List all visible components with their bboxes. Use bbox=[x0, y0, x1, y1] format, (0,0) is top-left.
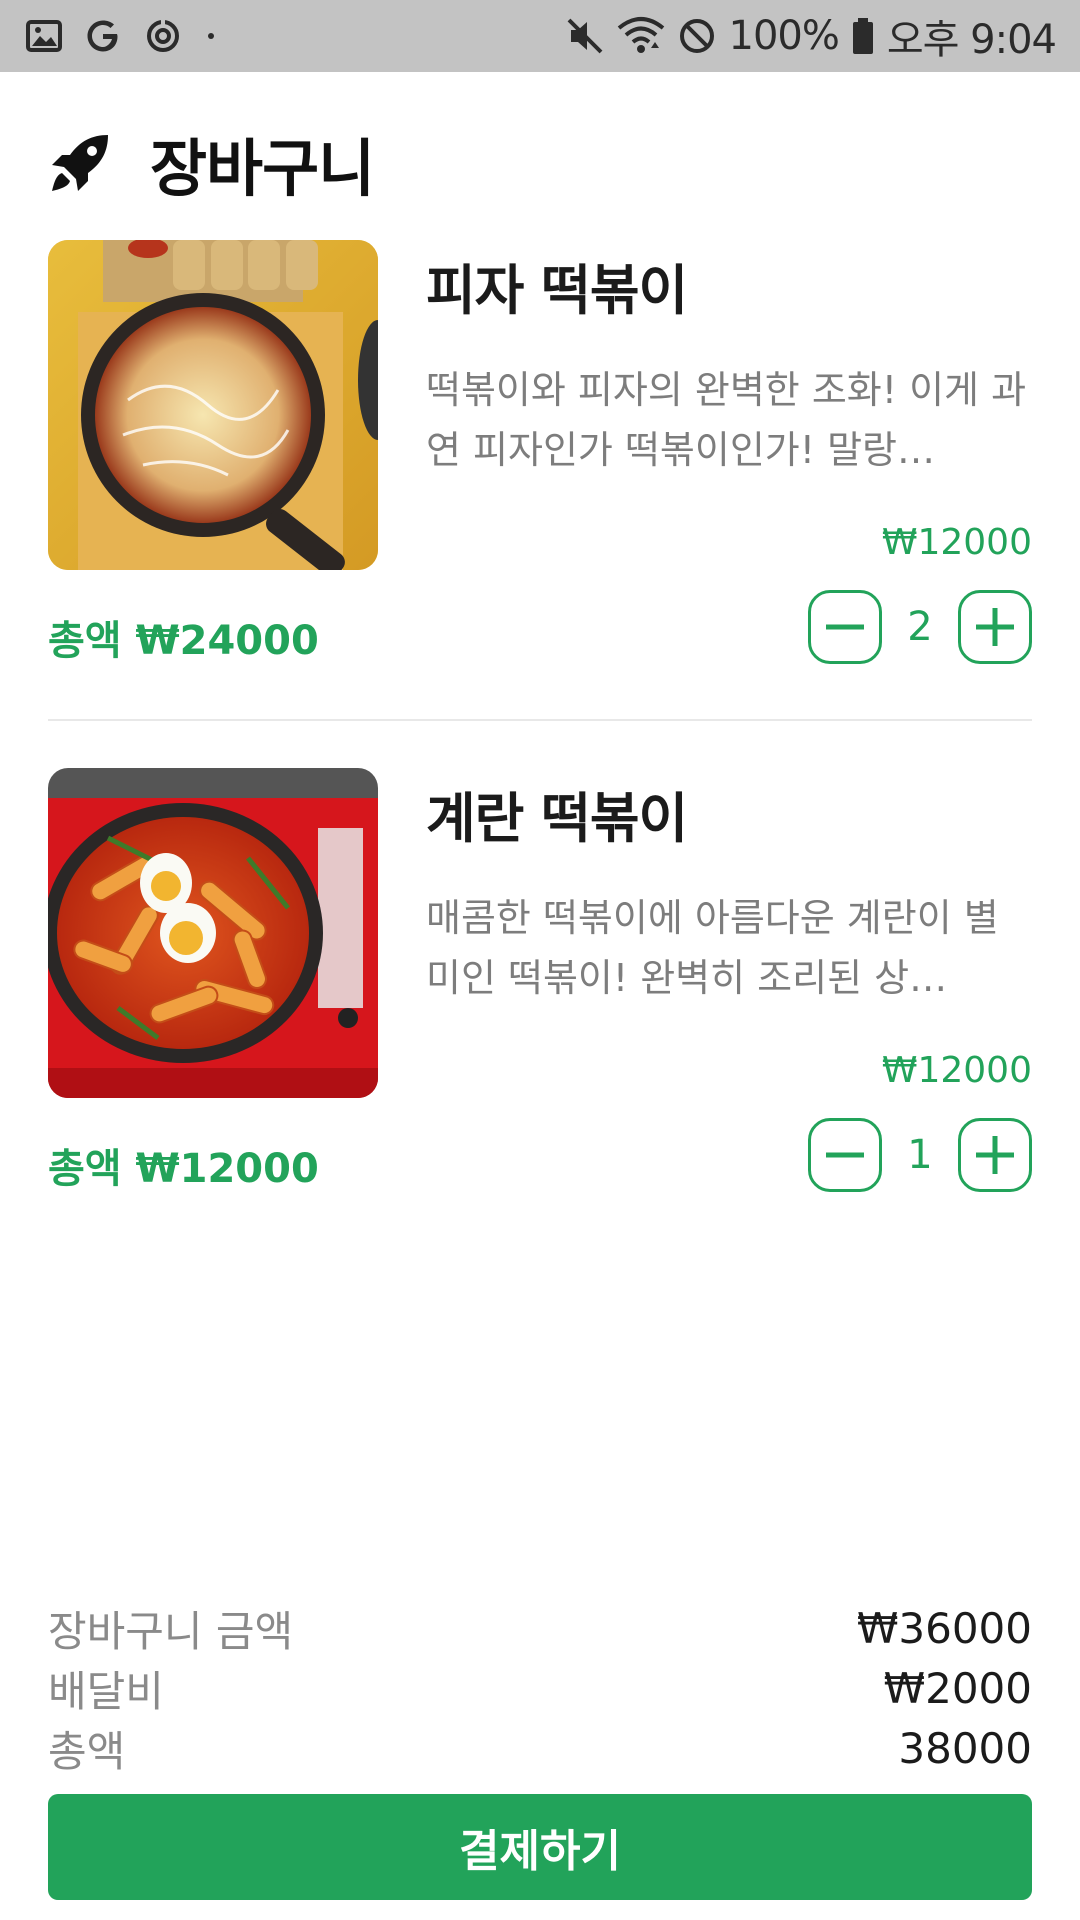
grand-total-label: 총액 bbox=[48, 1726, 126, 1776]
item-name: 피자 떡볶이 bbox=[426, 259, 688, 322]
delivery-fee-row: 배달비 ₩2000 bbox=[48, 1658, 1032, 1718]
quantity-value: 1 bbox=[907, 1132, 933, 1178]
quantity-stepper: 1 bbox=[808, 1118, 1032, 1192]
mute-icon bbox=[565, 16, 605, 56]
item-description: 매콤한 떡볶이에 아름다운 계란이 별미인 떡볶이! 완벽히 조리된 상… bbox=[426, 896, 999, 1000]
item-name: 계란 떡볶이 bbox=[426, 787, 688, 850]
plus-icon bbox=[976, 1136, 1014, 1174]
subtotal-value: ₩36000 bbox=[856, 1603, 1032, 1653]
clock: 오후 9:04 bbox=[886, 17, 1057, 63]
checkout-button[interactable]: 결제하기 bbox=[48, 1794, 1032, 1900]
minus-icon bbox=[826, 1152, 864, 1158]
cart-item: 계란 떡볶이 매콤한 떡볶이에 아름다운 계란이 별미인 떡볶이! 완벽히 조리… bbox=[48, 768, 1032, 1198]
item-total: 총액 ₩24000 bbox=[48, 618, 319, 664]
grand-total-value: 38000 bbox=[898, 1723, 1032, 1773]
cart-item: 피자 떡볶이 떡볶이와 피자의 완벽한 조화! 이게 과연 피자인가 떡볶이인가… bbox=[48, 240, 1032, 670]
do-not-disturb-icon bbox=[677, 16, 717, 56]
battery-percent: 100% bbox=[728, 13, 840, 59]
grand-total-row: 총액 38000 bbox=[48, 1718, 1032, 1778]
decrease-quantity-button[interactable] bbox=[808, 590, 882, 664]
quantity-stepper: 2 bbox=[808, 590, 1032, 664]
pizza-tteokbokki-photo bbox=[48, 240, 378, 570]
subtotal-label: 장바구니 금액 bbox=[48, 1606, 294, 1656]
wifi-icon bbox=[617, 16, 665, 56]
increase-quantity-button[interactable] bbox=[958, 1118, 1032, 1192]
delivery-fee-value: ₩2000 bbox=[883, 1663, 1032, 1713]
item-price: ₩12000 bbox=[881, 1050, 1032, 1091]
status-bar: 100% 오후 9:04 bbox=[0, 0, 1080, 72]
battery-icon bbox=[851, 16, 875, 56]
delivery-fee-label: 배달비 bbox=[48, 1666, 164, 1716]
page-title: 장바구니 bbox=[150, 132, 375, 205]
gallery-icon bbox=[26, 18, 62, 54]
notification-dot-icon bbox=[204, 29, 218, 43]
item-divider bbox=[48, 719, 1032, 721]
status-bar-left bbox=[26, 17, 218, 55]
quantity-value: 2 bbox=[907, 604, 933, 650]
sync-icon bbox=[144, 17, 182, 55]
item-price: ₩12000 bbox=[881, 522, 1032, 563]
cart-screen: 100% 오후 9:04 장바구니 피자 떡볶이 떡볶이와 피자의 완벽한 조화… bbox=[0, 0, 1080, 1920]
rocket-icon bbox=[48, 131, 112, 195]
plus-icon bbox=[976, 608, 1014, 646]
page-header: 장바구니 bbox=[48, 118, 375, 208]
subtotal-row: 장바구니 금액 ₩36000 bbox=[48, 1598, 1032, 1658]
increase-quantity-button[interactable] bbox=[958, 590, 1032, 664]
egg-tteokbokki-photo bbox=[48, 768, 378, 1098]
decrease-quantity-button[interactable] bbox=[808, 1118, 882, 1192]
item-description: 떡볶이와 피자의 완벽한 조화! 이게 과연 피자인가 떡볶이인가! 말랑… bbox=[426, 368, 1027, 472]
google-icon bbox=[84, 17, 122, 55]
minus-icon bbox=[826, 624, 864, 630]
status-bar-right: 100% 오후 9:04 bbox=[565, 7, 1057, 65]
item-total: 총액 ₩12000 bbox=[48, 1146, 319, 1192]
